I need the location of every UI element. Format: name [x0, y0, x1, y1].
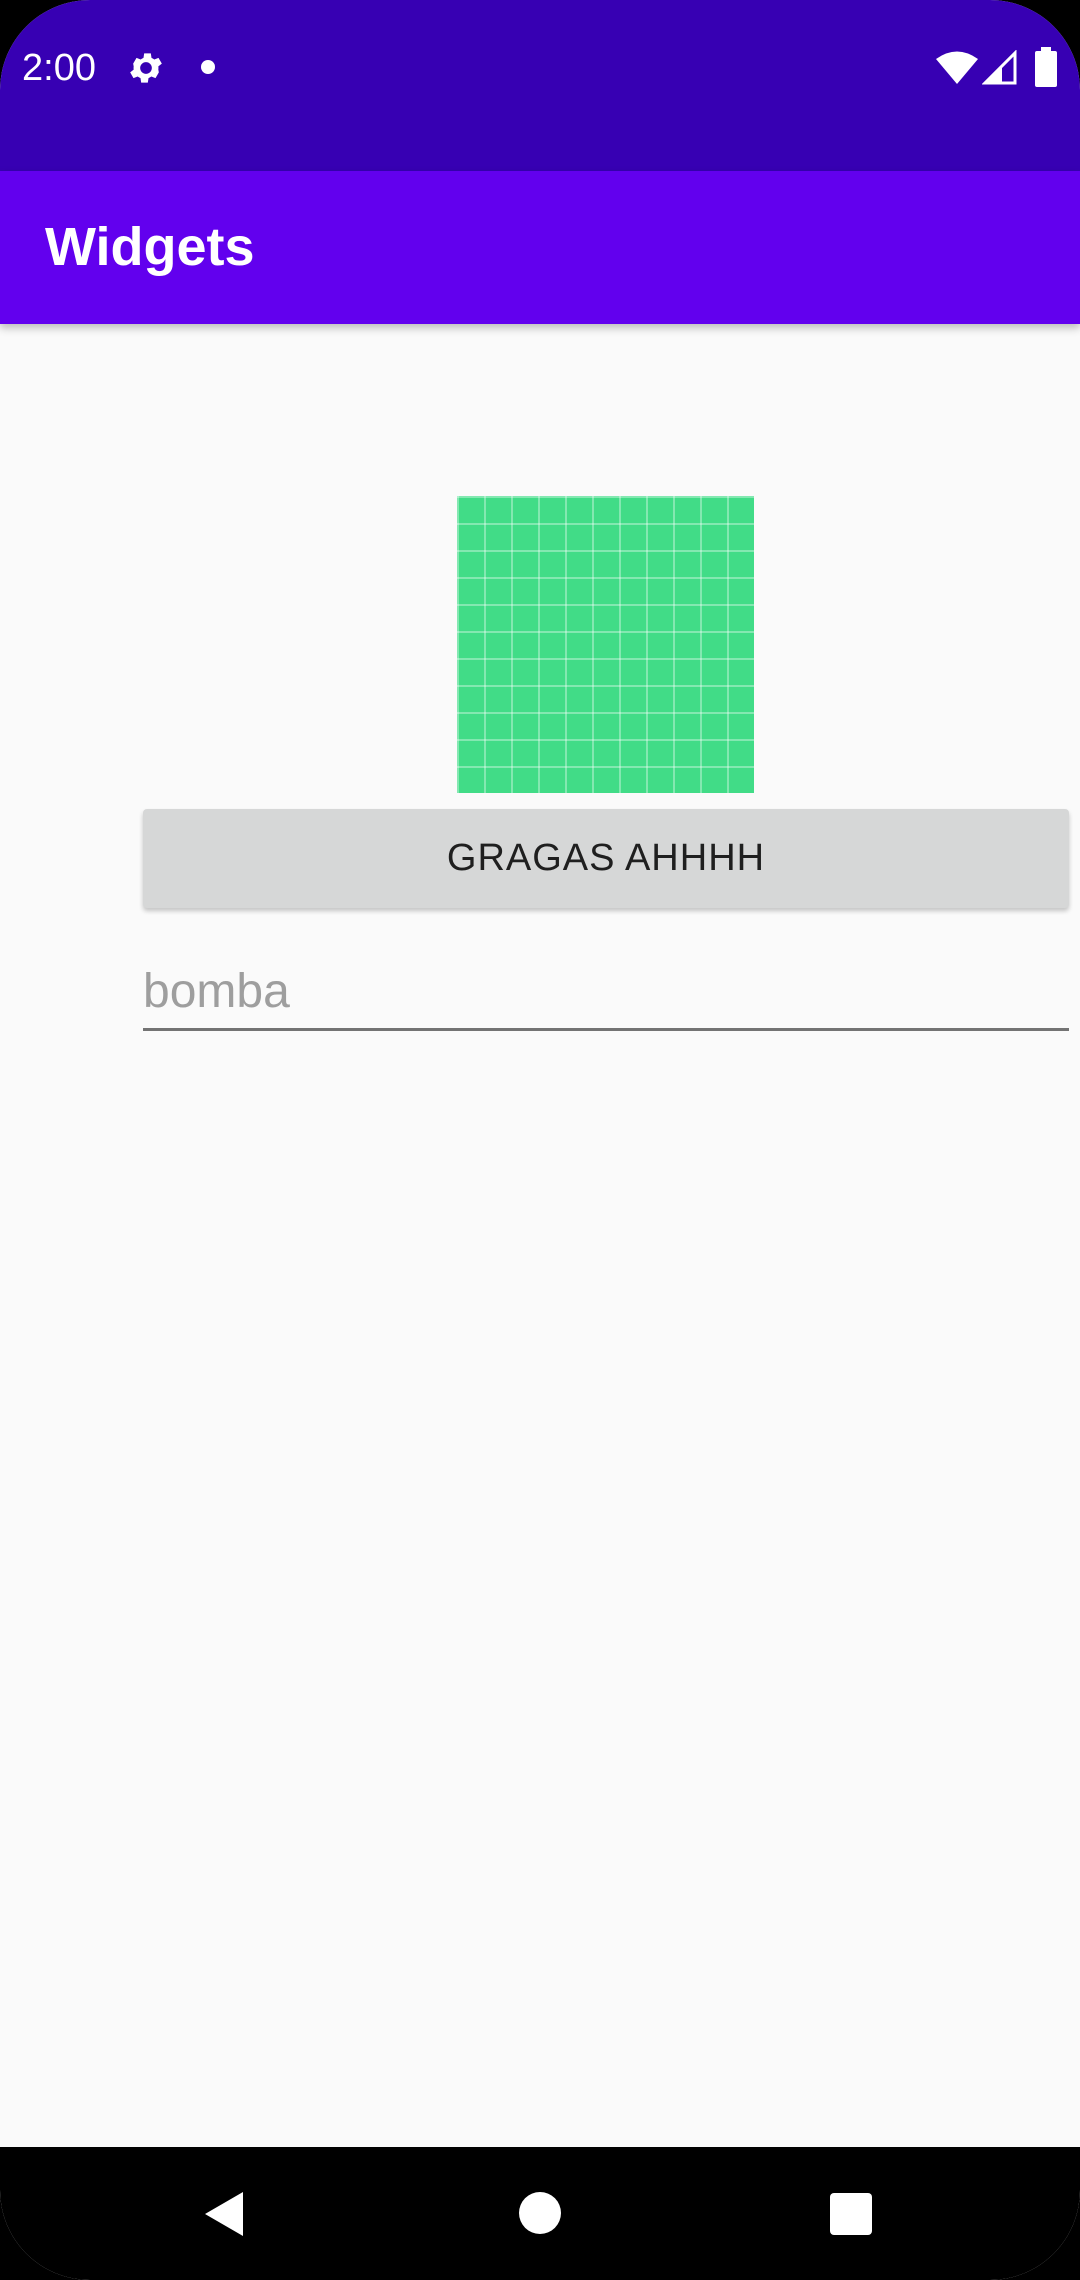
battery-icon [1035, 47, 1057, 87]
recents-icon[interactable] [830, 2193, 872, 2235]
status-bar: 2:00 [0, 0, 1080, 171]
phone-screen: 2:00 Widgets GRAGAS AHHHH [0, 0, 1080, 2280]
gragas-button[interactable]: GRAGAS AHHHH [143, 809, 1069, 908]
bomba-text-field[interactable] [143, 954, 1069, 1031]
main-content: GRAGAS AHHHH [0, 324, 1080, 2147]
back-icon[interactable] [203, 2190, 245, 2238]
navigation-bar [0, 2147, 1080, 2280]
app-bar: Widgets [0, 171, 1080, 324]
app-title: Widgets [45, 217, 255, 277]
notification-dot-icon [201, 60, 215, 74]
settings-gear-icon [130, 53, 162, 83]
cell-signal-icon [982, 50, 1017, 85]
status-time: 2:00 [22, 47, 96, 89]
wifi-icon [936, 51, 978, 84]
green-grid-image [457, 496, 754, 793]
home-icon[interactable] [519, 2192, 561, 2234]
